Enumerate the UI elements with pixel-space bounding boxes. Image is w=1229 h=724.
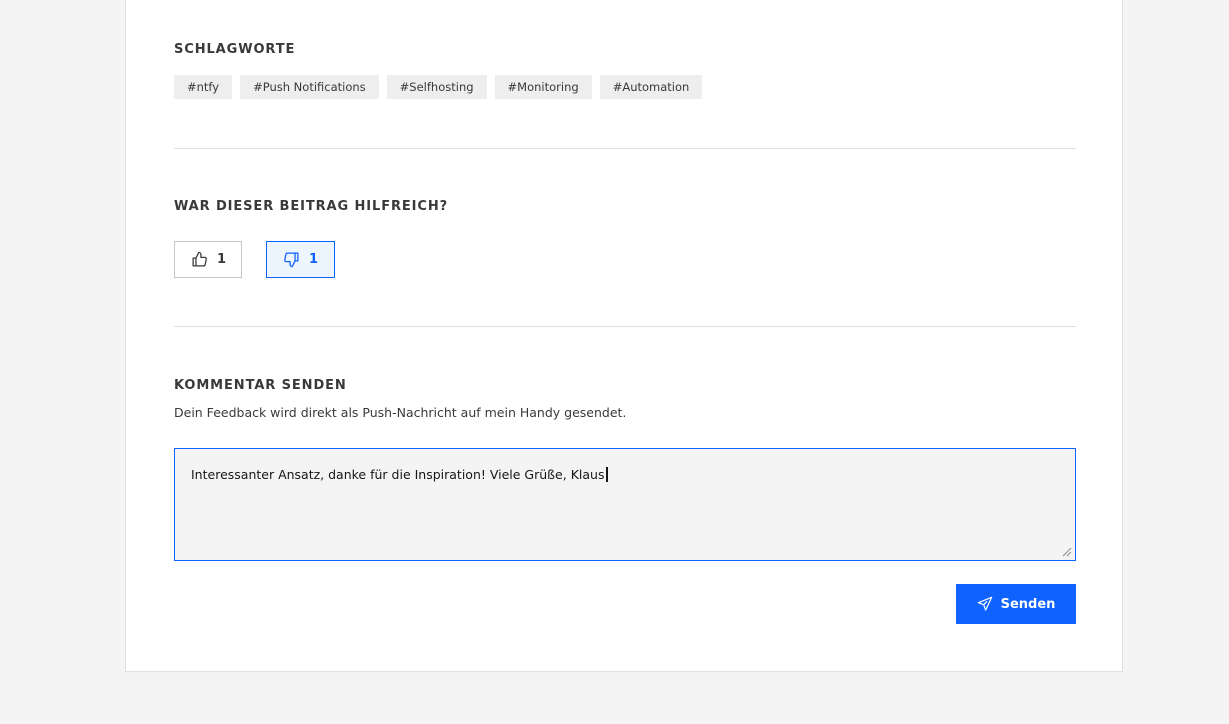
tag-push-notifications[interactable]: #Push Notifications: [240, 75, 379, 99]
send-label: Senden: [1000, 596, 1056, 612]
comment-description: Dein Feedback wird direkt als Push-Nachr…: [174, 405, 627, 420]
thumbs-up-count: 1: [217, 252, 227, 267]
divider: [174, 148, 1076, 149]
tag-list: #ntfy #Push Notifications #Selfhosting #…: [174, 75, 703, 99]
post-footer-card: SCHLAGWORTE #ntfy #Push Notifications #S…: [125, 0, 1123, 672]
tag-selfhosting[interactable]: #Selfhosting: [386, 75, 487, 99]
feedback-heading: WAR DIESER BEITRAG HILFREICH?: [174, 199, 449, 214]
text-caret: [606, 467, 608, 482]
comment-heading: KOMMENTAR SENDEN: [174, 378, 347, 393]
thumbs-up-icon: [192, 251, 207, 267]
thumbs-up-button[interactable]: 1: [174, 241, 242, 278]
send-button[interactable]: Senden: [956, 584, 1076, 624]
tags-heading: SCHLAGWORTE: [174, 42, 296, 57]
comment-text: Interessanter Ansatz, danke für die Insp…: [191, 467, 608, 482]
tag-automation[interactable]: #Automation: [599, 75, 703, 99]
comment-textarea[interactable]: Interessanter Ansatz, danke für die Insp…: [174, 448, 1076, 561]
resize-handle-icon[interactable]: [1062, 547, 1072, 557]
tag-monitoring[interactable]: #Monitoring: [494, 75, 592, 99]
thumbs-down-count: 1: [309, 252, 319, 267]
thumbs-down-icon: [284, 252, 299, 268]
send-icon: [977, 596, 992, 611]
thumbs-down-button[interactable]: 1: [266, 241, 335, 278]
tag-ntfy[interactable]: #ntfy: [174, 75, 233, 99]
divider: [174, 326, 1076, 327]
